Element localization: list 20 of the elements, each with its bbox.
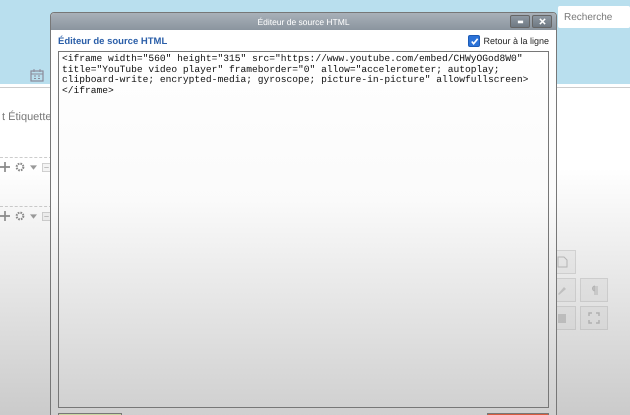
window-title: Éditeur de source HTML xyxy=(257,16,350,26)
close-icon xyxy=(538,18,546,25)
close-button[interactable] xyxy=(532,15,552,28)
source-code-field[interactable]: <iframe width="560" height="315" src="https://www.youtube.com/embed/CHWyOGod8W0" title="YouTube video player" frameborder="0" allow="accelerometer; autoplay; clipboard-write; encrypted-media; gyroscope; picture-in-picture" allowfullscreen></iframe> xyxy=(58,51,549,408)
label-text: t Étiquette xyxy=(1,111,53,123)
minimize-button[interactable] xyxy=(510,15,530,28)
gear-icon[interactable] xyxy=(15,211,25,221)
dialog-heading: Éditeur de source HTML xyxy=(58,36,168,46)
caret-icon[interactable] xyxy=(30,164,37,170)
gear-icon[interactable] xyxy=(15,162,25,172)
document-icon xyxy=(556,256,568,268)
move-icon[interactable] xyxy=(0,162,10,172)
search-field[interactable]: Recherche xyxy=(558,6,630,28)
checkbox-label: Retour à la ligne xyxy=(483,36,549,46)
caret-icon[interactable] xyxy=(30,214,37,218)
wrap-checkbox[interactable] xyxy=(468,35,480,47)
minimize-icon xyxy=(516,18,524,25)
fullscreen-icon xyxy=(588,312,600,324)
calendar-icon[interactable] xyxy=(30,68,44,82)
move-icon[interactable] xyxy=(0,211,10,221)
